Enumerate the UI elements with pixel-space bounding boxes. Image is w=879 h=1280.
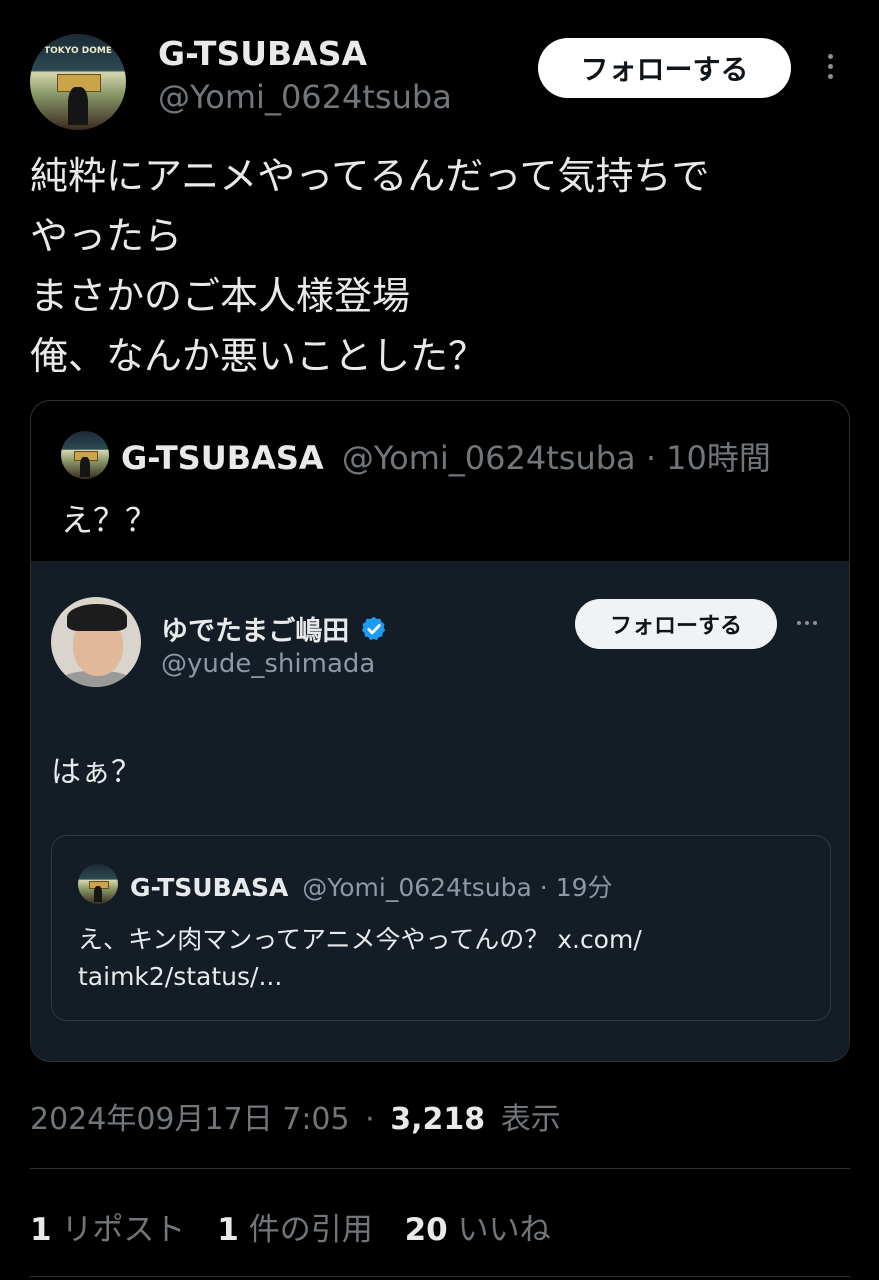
author-name[interactable]: G-TSUBASA [158,34,367,73]
embedded-author-handle: @yude_shimada [161,649,376,679]
nested-author-line: G-TSUBASA @Yomi_0624tsuba · 19分 [130,868,613,904]
nested-author-name: G-TSUBASA [130,873,289,902]
nested-text-line-2: taimk2/status/... [78,962,283,991]
quotes-stat[interactable]: 1 件の引用 [217,1212,382,1248]
quote-separator: · [645,439,656,477]
author-avatar[interactable]: TOKYO DOME [30,34,126,130]
reposts-count: 1 [30,1212,52,1248]
quote-author-name: G-TSUBASA [121,439,324,477]
engagement-stats: 1 リポスト 1 件の引用 20 いいね [30,1204,551,1249]
tweet-meta: 2024年09月17日 7:05 · 3,218 表示 [30,1094,561,1138]
quotes-count: 1 [217,1212,239,1248]
tweet-line: 純粋にアニメやってるんだって気持ちで [30,154,710,198]
views-count: 3,218 [390,1102,486,1137]
avatar-figure [94,886,102,902]
nested-text-line-1: え、キン肉マンってアニメ今やってんの？ x.com/ [78,925,642,954]
embedded-tweet-text: はぁ？ [51,755,141,790]
reposts-label: リポスト [61,1212,186,1248]
avatar-dome-text: TOKYO DOME [44,45,112,56]
author-handle[interactable]: @Yomi_0624tsuba [158,78,452,116]
reposts-stat[interactable]: 1 リポスト [30,1212,195,1248]
embedded-avatar [51,597,141,687]
more-options-icon[interactable] [820,54,840,84]
embedded-author-name: ゆでたまご嶋田 [161,616,350,647]
nested-time: 19分 [555,873,613,902]
tweet-line: まさかのご本人様登場 [30,274,411,318]
quote-author-handle: @Yomi_0624tsuba [341,439,636,477]
embedded-screenshot: ゆでたまご嶋田 @yude_shimada フォローする はぁ？ G-TSUBA… [31,561,849,1061]
follow-button[interactable]: フォローする [538,38,791,98]
quote-text: え？？ [61,501,158,539]
divider [30,1168,850,1169]
nested-author-handle: @Yomi_0624tsuba [302,873,532,902]
nested-quote-card: G-TSUBASA @Yomi_0624tsuba · 19分 え、キン肉マンっ… [51,835,831,1021]
tweet-text: 純粋にアニメやってるんだって気持ちで やったら まさかのご本人様登場 俺、なんか… [30,146,860,386]
verified-badge-icon [362,616,386,640]
tweet-line: 俺、なんか悪いことした？ [30,334,487,378]
likes-stat[interactable]: 20 いいね [405,1212,551,1248]
quote-avatar [61,431,109,479]
tweet-line: やったら [30,214,183,258]
embedded-more-icon [797,621,817,625]
avatar-figure [68,86,88,126]
nested-avatar [78,864,118,904]
likes-label: いいね [457,1212,551,1248]
quote-author-line: G-TSUBASA @Yomi_0624tsuba · 10時間 [121,433,771,479]
tweet-timestamp[interactable]: 2024年09月17日 7:05 [30,1102,350,1137]
quotes-label: 件の引用 [248,1212,373,1248]
views-label: 表示 [500,1102,561,1137]
meta-separator: · [365,1102,375,1137]
quote-time: 10時間 [666,439,771,477]
bottom-divider [30,1276,850,1277]
avatar-figure [80,457,90,477]
likes-count: 20 [404,1212,448,1248]
quoted-tweet-card[interactable]: G-TSUBASA @Yomi_0624tsuba · 10時間 え？？ ゆでた… [30,400,850,1062]
nested-separator: · [539,873,548,902]
avatar-cap [67,604,127,632]
embedded-follow-button: フォローする [575,599,777,649]
embedded-author-name-row: ゆでたまご嶋田 [161,609,388,648]
